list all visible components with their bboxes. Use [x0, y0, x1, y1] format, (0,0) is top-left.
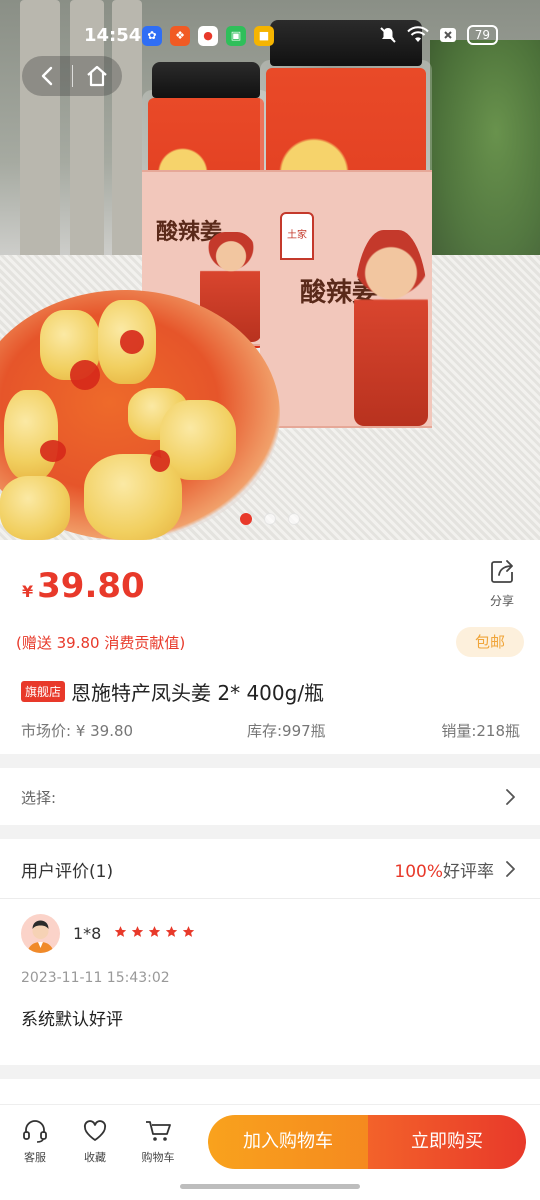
system-indicators: 79	[379, 25, 498, 45]
product-title-line: 旗舰店 恩施特产凤头姜 2* 400g/瓶	[21, 677, 324, 706]
star-icon	[114, 926, 127, 937]
flagship-store-badge: 旗舰店	[21, 681, 66, 702]
reviews-header: 用户评价(1)	[21, 862, 114, 882]
share-button[interactable]: 分享	[484, 558, 520, 609]
product-title: 恩施特产凤头姜 2* 400g/瓶	[71, 681, 325, 705]
navigation-capsule	[22, 56, 122, 96]
spec-selector-row[interactable]: 选择:	[0, 768, 540, 825]
chili-flakes	[120, 330, 144, 354]
buy-now-button[interactable]: 立即购买	[368, 1115, 526, 1169]
customer-service-label: 客服	[24, 1151, 46, 1164]
headset-icon	[23, 1120, 47, 1143]
chevron-right-icon	[506, 789, 515, 805]
share-icon	[491, 560, 513, 583]
chili-flakes	[70, 360, 100, 390]
review-text: 系统默认好评	[21, 1010, 123, 1030]
favorite-button[interactable]: 收藏	[75, 1119, 115, 1165]
product-info-card: ¥39.80 分享 (赠送 39.80 消费贡献值) 包邮 旗舰店 恩施特产凤头…	[0, 540, 540, 754]
product-price: ¥39.80	[22, 566, 145, 606]
cart-label: 购物车	[141, 1151, 175, 1164]
review-date: 2023-11-11 15:43:02	[21, 970, 170, 986]
price-value: 39.80	[37, 566, 145, 606]
map-pin-app-icon: ●	[198, 26, 218, 46]
add-to-cart-button[interactable]: 加入购物车	[208, 1115, 368, 1169]
star-icon	[148, 926, 161, 937]
good-rate-percent: 100%	[394, 862, 443, 882]
home-button[interactable]	[72, 56, 122, 96]
background-foliage	[430, 40, 540, 270]
ginger-piece	[0, 476, 70, 540]
star-icon	[165, 926, 178, 937]
status-time: 14:54	[84, 25, 142, 46]
next-section-edge	[0, 1079, 540, 1104]
customer-service-button[interactable]: 客服	[15, 1119, 55, 1165]
stock-count: 库存:997瓶	[247, 722, 326, 740]
mute-icon	[380, 27, 396, 43]
user-avatar-icon	[27, 920, 54, 953]
currency-symbol: ¥	[22, 582, 34, 601]
good-rate-link[interactable]: 100%好评率	[394, 857, 494, 882]
gesture-home-bar[interactable]	[180, 1184, 360, 1189]
star-icon	[182, 926, 195, 937]
wifi-icon	[407, 26, 429, 42]
battery-level: 79	[466, 25, 498, 45]
ginger-piece	[4, 390, 58, 480]
market-price: 市场价: ¥ 39.80	[21, 722, 134, 740]
chili-flakes	[40, 440, 66, 462]
chevron-left-icon	[41, 66, 52, 86]
avatar	[21, 914, 60, 953]
good-rate-label: 好评率	[443, 862, 494, 882]
notes-app-icon: ■	[254, 26, 274, 46]
divider	[0, 898, 540, 899]
label-portrait	[354, 230, 428, 426]
star-icon	[131, 926, 144, 937]
review-star-rating	[114, 925, 195, 938]
spec-selector-label: 选择:	[21, 789, 57, 807]
review-username: 1*8	[73, 924, 102, 943]
free-shipping-badge: 包邮	[456, 627, 524, 657]
shopping-app-icon: ▣	[226, 26, 246, 46]
paw-app-icon: ✿	[142, 26, 162, 46]
chevron-right-icon[interactable]	[504, 859, 516, 879]
sales-count: 销量:218瓶	[441, 722, 520, 740]
jar-label: 土家 酸辣姜	[260, 170, 432, 428]
favorite-label: 收藏	[84, 1151, 106, 1164]
pagination-dot[interactable]	[288, 513, 300, 525]
jar-brand-seal: 土家	[280, 212, 314, 260]
reviews-section: 用户评价(1) 100%好评率 1*8 2023-11-11 15:43:02 …	[0, 839, 540, 1065]
gallery-pagination	[0, 513, 540, 525]
heart-icon	[83, 1120, 107, 1141]
home-icon	[87, 65, 107, 87]
chili-flakes	[150, 450, 170, 472]
notification-icons: ✿ ❖ ● ▣ ■	[142, 26, 274, 46]
gift-app-icon: ❖	[170, 26, 190, 46]
sim-disabled-icon	[439, 28, 456, 42]
jar-front: 土家 酸辣姜	[260, 20, 432, 430]
cart-button[interactable]: 购物车	[138, 1119, 178, 1165]
cart-icon	[146, 1121, 171, 1141]
pagination-dot[interactable]	[264, 513, 276, 525]
pagination-dot[interactable]	[240, 513, 252, 525]
gift-contribution-text: (赠送 39.80 消费贡献值)	[16, 634, 186, 652]
back-button[interactable]	[22, 56, 72, 96]
jar-lid	[152, 62, 260, 98]
status-bar: 14:54 ✿ ❖ ● ▣ ■ 79	[0, 22, 540, 50]
share-label: 分享	[489, 594, 514, 608]
